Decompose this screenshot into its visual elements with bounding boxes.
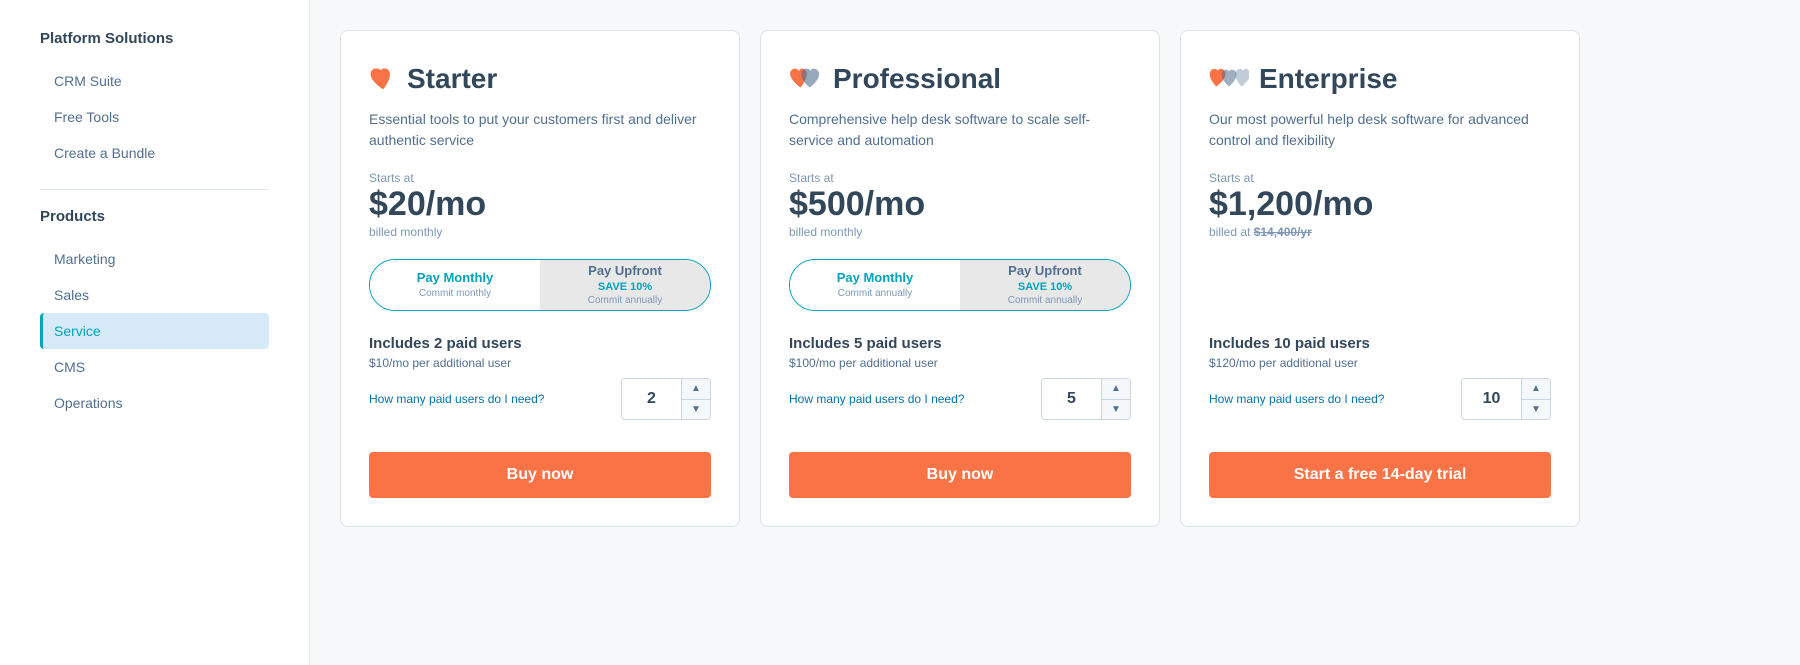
professional-toggle[interactable]: Pay Monthly Commit annually Pay Upfront …	[789, 259, 1131, 311]
starter-stepper[interactable]: 2 ▲ ▼	[621, 378, 711, 420]
enterprise-price-strikethrough: $14,400/yr	[1254, 225, 1312, 239]
professional-stepper-value: 5	[1042, 379, 1102, 419]
sidebar-item-service[interactable]: Service	[40, 313, 269, 349]
card-starter: Starter Essential tools to put your cust…	[340, 30, 740, 527]
starter-stepper-up[interactable]: ▲	[682, 379, 710, 400]
professional-toggle-monthly-sub: Commit annually	[838, 287, 912, 300]
starter-heart-icon	[369, 67, 397, 91]
card-enterprise-header: Enterprise	[1209, 63, 1551, 95]
enterprise-users-title: Includes 10 paid users	[1209, 335, 1551, 352]
card-professional-header: Professional	[789, 63, 1131, 95]
starter-stepper-down[interactable]: ▼	[682, 400, 710, 420]
main-content: Starter Essential tools to put your cust…	[310, 0, 1800, 665]
enterprise-description: Our most powerful help desk software for…	[1209, 109, 1551, 151]
professional-toggle-upfront[interactable]: Pay Upfront SAVE 10% Commit annually	[960, 260, 1130, 310]
professional-title: Professional	[833, 63, 1001, 95]
sidebar-divider	[40, 189, 269, 190]
sidebar-item-crm-suite[interactable]: CRM Suite	[40, 63, 269, 99]
sidebar-item-cms[interactable]: CMS	[40, 349, 269, 385]
card-professional: Professional Comprehensive help desk sof…	[760, 30, 1160, 527]
sidebar-item-free-tools[interactable]: Free Tools	[40, 99, 269, 135]
starter-toggle-upfront-label: Pay Upfront	[588, 263, 662, 280]
starter-price: $20/mo	[369, 187, 711, 221]
starter-toggle-upfront[interactable]: Pay Upfront SAVE 10% Commit annually	[540, 260, 710, 310]
starter-toggle-upfront-sub: Commit annually	[588, 294, 662, 307]
sidebar-platform-title: Platform Solutions	[40, 30, 269, 47]
enterprise-price: $1,200/mo	[1209, 187, 1551, 221]
professional-users-section: Includes 5 paid users $100/mo per additi…	[789, 335, 1131, 420]
professional-toggle-upfront-label: Pay Upfront	[1008, 263, 1082, 280]
professional-heart-icon	[789, 67, 823, 91]
card-starter-header: Starter	[369, 63, 711, 95]
enterprise-users-additional: $120/mo per additional user	[1209, 356, 1551, 370]
enterprise-price-sub: billed at $14,400/yr	[1209, 225, 1551, 239]
professional-users-row: How many paid users do I need? 5 ▲ ▼	[789, 378, 1131, 420]
card-enterprise: Enterprise Our most powerful help desk s…	[1180, 30, 1580, 527]
enterprise-stepper-up[interactable]: ▲	[1522, 379, 1550, 400]
professional-starts-at: Starts at	[789, 171, 1131, 185]
sidebar-products-title: Products	[40, 208, 269, 225]
sidebar-item-sales[interactable]: Sales	[40, 277, 269, 313]
sidebar-item-operations[interactable]: Operations	[40, 385, 269, 421]
professional-toggle-upfront-sub: Commit annually	[1008, 294, 1082, 307]
starter-save-badge: SAVE 10%	[598, 280, 652, 294]
sidebar-item-create-bundle[interactable]: Create a Bundle	[40, 135, 269, 171]
starter-toggle-monthly-sub: Commit monthly	[419, 287, 491, 300]
starter-users-link[interactable]: How many paid users do I need?	[369, 391, 544, 408]
enterprise-stepper-down[interactable]: ▼	[1522, 400, 1550, 420]
sidebar: Platform Solutions CRM Suite Free Tools …	[0, 0, 310, 665]
enterprise-title: Enterprise	[1259, 63, 1398, 95]
starter-users-row: How many paid users do I need? 2 ▲ ▼	[369, 378, 711, 420]
starter-title: Starter	[407, 63, 497, 95]
enterprise-users-row: How many paid users do I need? 10 ▲ ▼	[1209, 378, 1551, 420]
starter-price-sub: billed monthly	[369, 225, 711, 239]
professional-buy-button[interactable]: Buy now	[789, 452, 1131, 498]
enterprise-stepper-value: 10	[1462, 379, 1522, 419]
enterprise-users-link[interactable]: How many paid users do I need?	[1209, 391, 1384, 408]
professional-toggle-monthly-label: Pay Monthly	[837, 270, 914, 287]
professional-price-sub: billed monthly	[789, 225, 1131, 239]
starter-buy-button[interactable]: Buy now	[369, 452, 711, 498]
professional-description: Comprehensive help desk software to scal…	[789, 109, 1131, 151]
starter-toggle[interactable]: Pay Monthly Commit monthly Pay Upfront S…	[369, 259, 711, 311]
starter-starts-at: Starts at	[369, 171, 711, 185]
enterprise-toggle-spacer	[1209, 259, 1551, 311]
professional-stepper-down[interactable]: ▼	[1102, 400, 1130, 420]
professional-stepper-up[interactable]: ▲	[1102, 379, 1130, 400]
enterprise-buy-button[interactable]: Start a free 14-day trial	[1209, 452, 1551, 498]
starter-stepper-value: 2	[622, 379, 682, 419]
professional-stepper[interactable]: 5 ▲ ▼	[1041, 378, 1131, 420]
starter-users-additional: $10/mo per additional user	[369, 356, 711, 370]
professional-price: $500/mo	[789, 187, 1131, 221]
enterprise-stepper[interactable]: 10 ▲ ▼	[1461, 378, 1551, 420]
professional-toggle-monthly[interactable]: Pay Monthly Commit annually	[790, 260, 960, 310]
enterprise-heart-icon	[1209, 67, 1249, 91]
professional-users-link[interactable]: How many paid users do I need?	[789, 391, 964, 408]
starter-stepper-buttons: ▲ ▼	[682, 379, 710, 419]
professional-users-additional: $100/mo per additional user	[789, 356, 1131, 370]
starter-description: Essential tools to put your customers fi…	[369, 109, 711, 151]
sidebar-item-marketing[interactable]: Marketing	[40, 241, 269, 277]
starter-toggle-monthly[interactable]: Pay Monthly Commit monthly	[370, 260, 540, 310]
starter-users-section: Includes 2 paid users $10/mo per additio…	[369, 335, 711, 420]
starter-toggle-monthly-label: Pay Monthly	[417, 270, 494, 287]
professional-users-title: Includes 5 paid users	[789, 335, 1131, 352]
professional-stepper-buttons: ▲ ▼	[1102, 379, 1130, 419]
enterprise-users-section: Includes 10 paid users $120/mo per addit…	[1209, 335, 1551, 420]
professional-save-badge: SAVE 10%	[1018, 280, 1072, 294]
enterprise-stepper-buttons: ▲ ▼	[1522, 379, 1550, 419]
starter-users-title: Includes 2 paid users	[369, 335, 711, 352]
enterprise-starts-at: Starts at	[1209, 171, 1551, 185]
